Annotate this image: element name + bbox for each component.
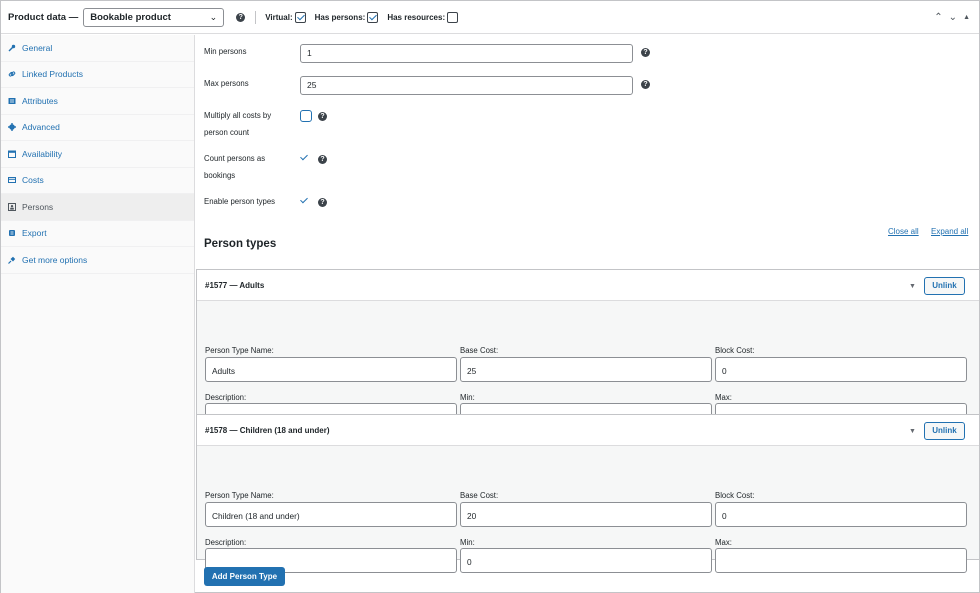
base-cost-input[interactable]: 20 bbox=[460, 502, 712, 527]
toggle-arrow-icon[interactable]: ▼ bbox=[909, 428, 916, 435]
max-input[interactable] bbox=[715, 548, 967, 573]
count-persons-label-line2: bookings bbox=[204, 171, 236, 180]
person-type-item: #1577 — Adults ▼ Unlink Person Type Name… bbox=[196, 269, 980, 428]
product-data-tabs: General Linked Products Attributes Advan… bbox=[1, 35, 195, 593]
block-cost-label: Block Cost: bbox=[715, 491, 755, 500]
gear-icon bbox=[8, 123, 16, 132]
count-persons-label-line1: Count persons as bbox=[204, 154, 266, 163]
virtual-checkbox[interactable] bbox=[294, 11, 306, 23]
move-up-icon[interactable]: ⌃ bbox=[934, 12, 942, 23]
person-type-name-input[interactable]: Adults bbox=[205, 357, 457, 382]
min-label: Min: bbox=[460, 538, 475, 547]
has-resources-label: Has resources: bbox=[387, 12, 446, 22]
person-types-title: Person types bbox=[204, 238, 277, 250]
sidebar-item-label: Attributes bbox=[22, 95, 58, 106]
sidebar-item-get-more-options[interactable]: Get more options bbox=[1, 247, 194, 274]
person-type-fields: Person Type Name: Adults Base Cost: 25 B… bbox=[197, 301, 979, 428]
has-resources-checkbox[interactable] bbox=[447, 11, 459, 23]
max-label: Max: bbox=[715, 538, 732, 547]
persons-icon bbox=[8, 202, 16, 211]
min-input[interactable]: 0 bbox=[460, 548, 712, 573]
wrench-icon bbox=[8, 44, 16, 52]
block-cost-label: Block Cost: bbox=[715, 346, 755, 355]
has-persons-checkbox[interactable] bbox=[367, 11, 379, 23]
sidebar-item-attributes[interactable]: Attributes bbox=[1, 88, 194, 115]
list-icon bbox=[8, 97, 16, 105]
plugin-icon bbox=[8, 256, 16, 264]
product-data-title: Product data — bbox=[8, 11, 79, 23]
sidebar-item-label: Linked Products bbox=[22, 69, 83, 80]
min-label: Min: bbox=[460, 393, 475, 402]
sidebar-item-label: Costs bbox=[22, 175, 44, 186]
multiply-costs-label-line2: person count bbox=[204, 128, 250, 137]
multiply-costs-label-line1: Multiply all costs by bbox=[204, 111, 272, 120]
max-label: Max: bbox=[715, 393, 732, 402]
sidebar-item-label: General bbox=[22, 42, 53, 53]
card-icon bbox=[8, 176, 16, 184]
help-icon[interactable]: ? bbox=[318, 112, 327, 121]
sidebar-item-persons[interactable]: Persons bbox=[1, 194, 194, 221]
person-type-fields: Person Type Name: Children (18 and under… bbox=[197, 446, 979, 573]
person-type-heading: #1578 — Children (18 and under) bbox=[205, 426, 330, 435]
sidebar-item-availability[interactable]: Availability bbox=[1, 141, 194, 168]
sidebar-item-label: Export bbox=[22, 228, 47, 239]
base-cost-label: Base Cost: bbox=[460, 346, 499, 355]
collapse-toggle-icon[interactable]: ▲ bbox=[963, 14, 970, 21]
description-label: Description: bbox=[205, 393, 247, 402]
person-type-header[interactable]: #1578 — Children (18 and under) ▼ Unlink bbox=[197, 415, 979, 446]
sidebar-item-label: Availability bbox=[22, 148, 63, 159]
help-icon[interactable]: ? bbox=[318, 155, 327, 164]
person-type-name-input[interactable]: Children (18 and under) bbox=[205, 502, 457, 527]
sidebar-item-export[interactable]: Export bbox=[1, 221, 194, 247]
sidebar-item-linked-products[interactable]: Linked Products bbox=[1, 62, 194, 88]
toggle-arrow-icon[interactable]: ▼ bbox=[909, 283, 916, 290]
product-data-panel: Product data — Bookable product ⌄ ? Virt… bbox=[0, 0, 980, 593]
base-cost-input[interactable]: 25 bbox=[460, 357, 712, 382]
sidebar-item-general[interactable]: General bbox=[1, 35, 194, 62]
product-type-select[interactable]: Bookable product ⌄ bbox=[83, 7, 225, 27]
person-type-heading: #1577 — Adults bbox=[205, 281, 265, 290]
unlink-button[interactable]: Unlink bbox=[924, 277, 965, 295]
sidebar-item-advanced[interactable]: Advanced bbox=[1, 115, 194, 141]
product-type-value: Bookable product bbox=[90, 11, 171, 23]
sidebar-item-label: Persons bbox=[22, 201, 54, 212]
link-icon bbox=[8, 70, 16, 78]
expand-all-link[interactable]: Expand all bbox=[931, 227, 968, 236]
help-icon[interactable]: ? bbox=[641, 48, 650, 57]
base-cost-label: Base Cost: bbox=[460, 491, 499, 500]
min-persons-label: Min persons bbox=[204, 47, 247, 56]
description-label: Description: bbox=[205, 538, 247, 547]
divider bbox=[255, 10, 257, 24]
enable-person-types-checkbox[interactable] bbox=[300, 195, 308, 204]
enable-person-types-label: Enable person types bbox=[204, 197, 276, 206]
virtual-label: Virtual: bbox=[265, 12, 293, 22]
calendar-icon bbox=[8, 150, 16, 158]
sidebar-item-costs[interactable]: Costs bbox=[1, 168, 194, 194]
product-data-header: Product data — Bookable product ⌄ ? Virt… bbox=[1, 1, 979, 34]
sidebar-item-label: Get more options bbox=[22, 254, 88, 265]
count-persons-checkbox[interactable] bbox=[300, 152, 308, 161]
chevron-down-icon: ⌄ bbox=[209, 11, 218, 22]
help-icon[interactable]: ? bbox=[236, 12, 246, 22]
block-cost-input[interactable]: 0 bbox=[715, 502, 967, 527]
block-cost-input[interactable]: 0 bbox=[715, 357, 967, 382]
person-type-name-label: Person Type Name: bbox=[205, 346, 274, 355]
help-icon[interactable]: ? bbox=[641, 80, 650, 89]
move-down-icon[interactable]: ⌄ bbox=[949, 12, 957, 23]
help-icon[interactable]: ? bbox=[318, 198, 327, 207]
close-all-link[interactable]: Close all bbox=[888, 227, 919, 236]
add-person-type-button[interactable]: Add Person Type bbox=[204, 567, 285, 586]
person-type-name-label: Person Type Name: bbox=[205, 491, 274, 500]
export-icon bbox=[8, 229, 16, 237]
multiply-costs-checkbox[interactable] bbox=[300, 110, 312, 122]
has-persons-label: Has persons: bbox=[314, 12, 366, 22]
unlink-button[interactable]: Unlink bbox=[924, 422, 965, 440]
max-persons-input[interactable]: 25 bbox=[300, 76, 633, 95]
min-persons-input[interactable]: 1 bbox=[300, 44, 633, 63]
sidebar-item-label: Advanced bbox=[22, 122, 60, 133]
person-type-item: #1578 — Children (18 and under) ▼ Unlink… bbox=[196, 414, 980, 573]
max-persons-label: Max persons bbox=[204, 79, 249, 88]
person-type-header[interactable]: #1577 — Adults ▼ Unlink bbox=[197, 270, 979, 301]
